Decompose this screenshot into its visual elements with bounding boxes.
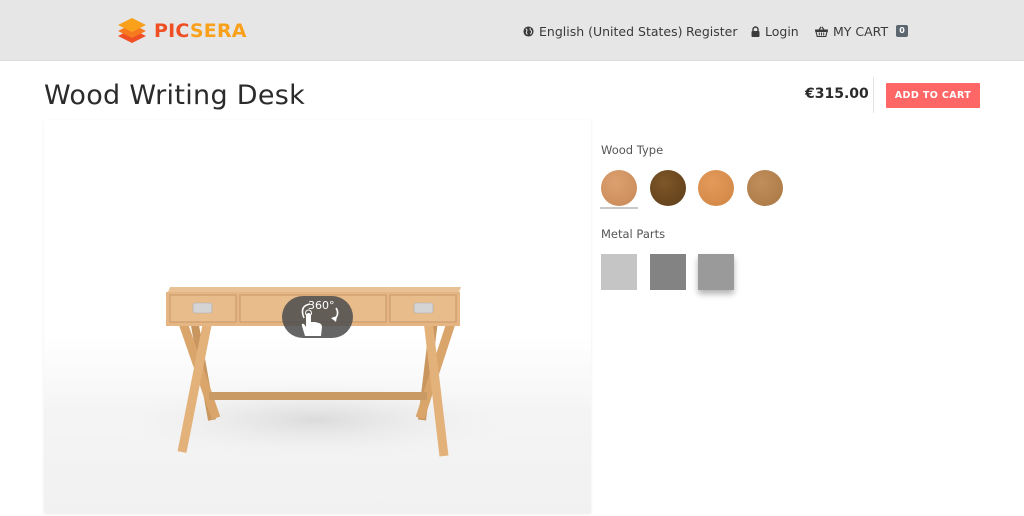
metal-swatch-graphite[interactable] [650, 254, 686, 290]
wood-type-label: Wood Type [601, 143, 664, 157]
product-price: €315.00 [805, 86, 869, 102]
logo-text: PICSERA [154, 20, 247, 42]
product-3d-viewer[interactable]: 360° [44, 120, 591, 513]
logo-text-sera: SERA [189, 20, 247, 42]
wood-swatch-walnut[interactable] [650, 170, 686, 206]
cart-label: MY CART [833, 23, 889, 39]
product-title: Wood Writing Desk [44, 80, 306, 111]
add-to-cart-button[interactable]: ADD TO CART [886, 83, 980, 108]
globe-icon [523, 25, 534, 37]
register-label: Register [686, 23, 738, 39]
wood-swatch-teak[interactable] [747, 170, 783, 206]
layers-logo-icon [118, 18, 146, 43]
cart-link[interactable]: MY CART 0 [815, 22, 909, 40]
logo-text-pic: PIC [154, 20, 190, 42]
language-label: English (United States) [539, 23, 683, 39]
rotate-360-label: 360° [308, 299, 335, 312]
wood-swatch-cherry[interactable] [698, 170, 734, 206]
cart-count-badge: 0 [896, 25, 909, 37]
metal-swatch-silver[interactable] [601, 254, 637, 290]
register-link[interactable]: Register [686, 22, 737, 40]
metal-parts-label: Metal Parts [601, 227, 666, 241]
login-link[interactable]: Login [751, 22, 799, 40]
lock-icon [751, 25, 760, 37]
login-label: Login [765, 23, 799, 39]
basket-icon [815, 25, 828, 37]
wood-swatch-light-oak[interactable] [600, 170, 638, 209]
price-divider [873, 77, 874, 113]
language-selector[interactable]: English (United States) [523, 22, 683, 40]
site-header: PICSERA English (United States) Register… [0, 0, 1024, 61]
rotate-360-hint[interactable]: 360° [282, 296, 353, 338]
logo[interactable]: PICSERA [116, 15, 247, 47]
metal-swatch-steel[interactable] [698, 254, 734, 290]
